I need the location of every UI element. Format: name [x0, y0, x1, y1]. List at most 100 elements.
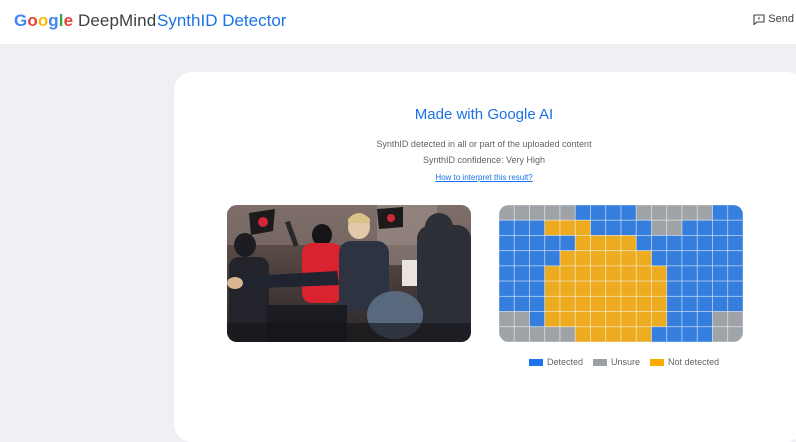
heatmap-cell — [681, 265, 698, 282]
heatmap-cell — [681, 326, 698, 342]
heatmap-cell — [681, 235, 698, 252]
heatmap-cell — [696, 205, 713, 221]
heatmap-cell — [635, 219, 652, 236]
heatmap-cell — [620, 280, 637, 297]
heatmap-cell — [727, 205, 743, 221]
heatmap-cell — [513, 326, 530, 342]
heatmap-cell — [635, 265, 652, 282]
heatmap-cell — [590, 326, 607, 342]
heatmap-cell — [635, 311, 652, 328]
legend-unsure: Unsure — [593, 357, 640, 367]
heatmap-cell — [635, 235, 652, 252]
heatmap-cell — [574, 219, 591, 236]
heatmap-cell — [513, 250, 530, 267]
uploaded-image — [227, 205, 471, 342]
heatmap-cell — [727, 265, 743, 282]
heatmap-cell — [590, 235, 607, 252]
heatmap-cell — [696, 326, 713, 342]
heatmap-cell — [696, 280, 713, 297]
heatmap-cell — [651, 265, 668, 282]
heatmap-cell — [712, 311, 729, 328]
heatmap-legend: Detected Unsure Not detected — [529, 357, 769, 367]
heatmap-cell — [620, 311, 637, 328]
heatmap-cell — [681, 280, 698, 297]
interpret-result-link[interactable]: How to interpret this result? — [174, 173, 794, 182]
heatmap-cell — [712, 265, 729, 282]
heatmap-cell — [666, 326, 683, 342]
send-feedback-button[interactable]: Send — [753, 13, 794, 25]
heatmap-cell — [499, 219, 515, 236]
heatmap-cell — [666, 219, 683, 236]
heatmap-cell — [651, 326, 668, 342]
heatmap-cell — [529, 265, 546, 282]
heatmap-cell — [666, 250, 683, 267]
heatmap-cell — [574, 235, 591, 252]
detected-swatch — [529, 358, 543, 366]
heatmap-cell — [590, 295, 607, 312]
heatmap-cell — [620, 235, 637, 252]
heatmap-cell — [696, 235, 713, 252]
heatmap-cell — [544, 326, 561, 342]
heatmap-cell — [529, 205, 546, 221]
heatmap-cell — [559, 326, 576, 342]
heatmap-cell — [605, 311, 622, 328]
heatmap-cell — [544, 219, 561, 236]
heatmap-cell — [727, 295, 743, 312]
synthid-heatmap — [499, 205, 743, 342]
heatmap-cell — [513, 235, 530, 252]
heatmap-cell — [590, 280, 607, 297]
google-deepmind-logo[interactable]: Google DeepMind — [14, 11, 156, 31]
heatmap-cell — [681, 205, 698, 221]
heatmap-cell — [499, 280, 515, 297]
heatmap-cell — [681, 219, 698, 236]
heatmap-cell — [529, 280, 546, 297]
heatmap-cell — [651, 311, 668, 328]
heatmap-cell — [727, 311, 743, 328]
heatmap-cell — [529, 295, 546, 312]
heatmap-cell — [696, 219, 713, 236]
heatmap-cell — [620, 326, 637, 342]
product-title[interactable]: SynthID Detector — [157, 11, 286, 31]
heatmap-cell — [559, 205, 576, 221]
heatmap-cell — [574, 280, 591, 297]
heatmap-cell — [712, 219, 729, 236]
google-wordmark: Google — [14, 11, 74, 30]
heatmap-cell — [513, 205, 530, 221]
heatmap-cell — [651, 205, 668, 221]
heatmap-cell — [727, 326, 743, 342]
legend-not-detected: Not detected — [650, 357, 719, 367]
heatmap-cell — [590, 219, 607, 236]
heatmap-cell — [712, 205, 729, 221]
heatmap-cell — [529, 311, 546, 328]
heatmap-cell — [635, 326, 652, 342]
deepmind-wordmark: DeepMind — [78, 11, 157, 30]
result-card: Made with Google AI SynthID detected in … — [174, 72, 796, 442]
heatmap-cell — [635, 280, 652, 297]
legend-label: Unsure — [611, 357, 641, 367]
legend-label: Not detected — [668, 357, 720, 367]
heatmap-cell — [620, 219, 637, 236]
heatmap-cell — [544, 280, 561, 297]
heatmap-cell — [620, 265, 637, 282]
heatmap-cell — [544, 250, 561, 267]
heatmap-cell — [529, 326, 546, 342]
send-feedback-label: Send — [768, 13, 794, 25]
heatmap-cell — [499, 326, 515, 342]
heatmap-cell — [544, 295, 561, 312]
heatmap-cell — [605, 295, 622, 312]
heatmap-cell — [712, 295, 729, 312]
heatmap-cell — [605, 265, 622, 282]
heatmap-cell — [666, 295, 683, 312]
heatmap-cell — [681, 295, 698, 312]
heatmap-cell — [590, 205, 607, 221]
heatmap-cell — [513, 311, 530, 328]
unsure-swatch — [593, 358, 608, 366]
heatmap-cell — [635, 205, 652, 221]
heatmap-cell — [544, 235, 561, 252]
feedback-icon — [753, 13, 765, 25]
heatmap-cell — [529, 235, 546, 252]
heatmap-cell — [635, 250, 652, 267]
heatmap-cell — [666, 205, 683, 221]
result-confidence-text: SynthID confidence: Very High — [422, 155, 546, 165]
heatmap-cell — [590, 265, 607, 282]
